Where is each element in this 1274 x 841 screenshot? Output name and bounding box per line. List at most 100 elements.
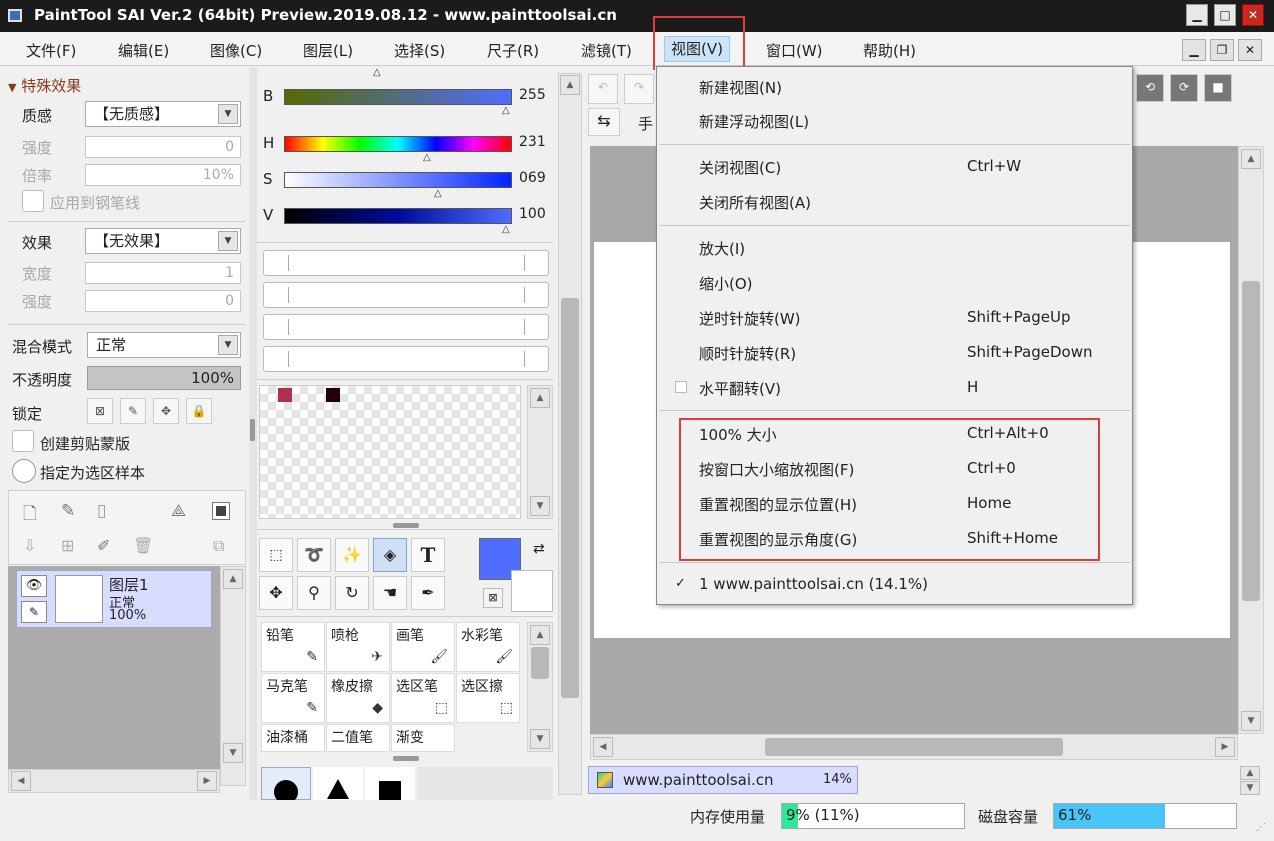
swatch-scrollbar[interactable]: ▲ ▼ (527, 385, 553, 519)
apply-mask-icon[interactable]: ⧉ (213, 536, 224, 556)
swap-colors-icon[interactable]: ⇄ (533, 541, 545, 557)
pencil-icon[interactable]: ✎ (21, 601, 47, 623)
brush-bucket[interactable]: 油漆桶 (261, 724, 325, 752)
scroll-up-icon[interactable]: ▲ (1241, 149, 1261, 169)
merge-down-icon[interactable]: ⊞ (61, 536, 74, 555)
brush-scrollbar[interactable]: ▲ ▼ (527, 622, 553, 752)
panel-grip[interactable] (393, 523, 419, 528)
brush-eraser[interactable]: 橡皮擦 ◆ (326, 673, 390, 723)
move-tool-icon[interactable]: ✥ (259, 576, 293, 610)
scroll-up-icon[interactable]: ▲ (560, 75, 580, 95)
menu-file[interactable]: 文件(F) (26, 40, 76, 61)
rect-select-tool-icon[interactable]: ⬚ (259, 538, 293, 572)
brush-select-pen[interactable]: 选区笔 ⬚ (391, 673, 455, 723)
blend-mode-select[interactable]: 正常 ▼ (87, 332, 241, 358)
layer-list-hscrollbar[interactable]: ◀ ▶ (8, 769, 220, 793)
magic-wand-tool-icon[interactable]: ✨ (335, 538, 369, 572)
scroll-right-icon[interactable]: ▶ (197, 771, 217, 791)
brush-shape-square[interactable] (365, 767, 415, 803)
secondary-color[interactable] (511, 570, 553, 612)
lock-transparency-icon[interactable]: ⊠ (87, 398, 113, 424)
scroll-down-icon[interactable]: ▼ (530, 729, 550, 749)
brush-gradient[interactable]: 渐变 (391, 724, 455, 752)
new-folder-icon[interactable]: ▯ (97, 501, 106, 521)
shape-tool-icon[interactable]: ◈ (373, 538, 407, 572)
lasso-tool-icon[interactable]: ➰ (297, 538, 331, 572)
transfer-down-icon[interactable]: ⇩ (23, 536, 36, 555)
rotate-tool-icon[interactable]: ↻ (335, 576, 369, 610)
menu-view-window-1[interactable]: 1 www.painttoolsai.cn (14.1%) (699, 575, 928, 593)
scroll-right-icon[interactable]: ▶ (1215, 737, 1235, 757)
swatch-grid[interactable] (259, 385, 521, 519)
splitter-grip[interactable] (250, 419, 255, 441)
delete-layer-icon[interactable]: 🗑 (133, 536, 153, 555)
apply-pen-checkbox[interactable] (22, 190, 44, 212)
rate-field[interactable]: 10% (85, 164, 241, 186)
left-splitter[interactable] (249, 67, 257, 800)
color-mixer-slot[interactable] (263, 346, 549, 372)
menu-filter[interactable]: 滤镜(T) (581, 40, 632, 61)
zoom-tool-icon[interactable]: ⚲ (297, 576, 331, 610)
eye-icon[interactable]: 👁 (21, 575, 47, 597)
menu-rotate-cw[interactable]: 顺时针旋转(R) (699, 343, 796, 364)
resize-grip-icon[interactable]: ⋰ (1256, 822, 1266, 833)
panel-grip[interactable] (393, 756, 419, 761)
menu-new-view[interactable]: 新建视图(N) (699, 77, 782, 98)
color-mixer-slot[interactable] (263, 282, 549, 308)
scroll-thumb[interactable] (765, 738, 1063, 756)
brush-marker[interactable]: 马克笔 ✎ (261, 673, 325, 723)
swatch-dark[interactable] (326, 388, 340, 402)
scroll-up-icon[interactable]: ▲ (530, 388, 550, 408)
brush-binary-pen[interactable]: 二值笔 (326, 724, 390, 752)
layer-mask-icon[interactable] (212, 502, 230, 520)
eyedropper-tool-icon[interactable]: ✒ (411, 576, 445, 610)
strength2-field[interactable]: 0 (85, 290, 241, 312)
value-slider[interactable] (284, 208, 512, 224)
text-tool-icon[interactable]: T (411, 538, 445, 572)
document-tab[interactable]: www.painttoolsai.cn 14% (588, 766, 858, 794)
new-vector-layer-icon[interactable]: ✎ (61, 501, 75, 521)
menu-zoom-out[interactable]: 缩小(O) (699, 273, 753, 294)
menu-ruler[interactable]: 尺子(R) (487, 40, 539, 61)
menu-help[interactable]: 帮助(H) (863, 40, 916, 61)
scroll-left-icon[interactable]: ◀ (593, 737, 613, 757)
new-layer-icon[interactable]: 🗋 (23, 501, 37, 530)
swatch-crimson[interactable] (278, 388, 292, 402)
scroll-up-icon[interactable]: ▲ (223, 569, 243, 589)
scroll-thumb[interactable] (1242, 281, 1260, 601)
effect-select[interactable]: 【无效果】 ▼ (85, 228, 241, 254)
rotate-ccw-icon[interactable]: ⟲ (1136, 74, 1164, 102)
menu-flip-horizontal[interactable]: 水平翻转(V) (699, 378, 781, 399)
color-mixer-slot[interactable] (263, 314, 549, 340)
menu-image[interactable]: 图像(C) (210, 40, 262, 61)
scroll-down-icon[interactable]: ▼ (1240, 781, 1260, 795)
scroll-thumb[interactable] (531, 647, 549, 679)
flip-checkbox[interactable] (675, 381, 687, 393)
scroll-left-icon[interactable]: ◀ (11, 771, 31, 791)
color-mixer-slot[interactable] (263, 250, 549, 276)
scroll-up-icon[interactable]: ▲ (530, 625, 550, 645)
transparent-color-icon[interactable]: ⊠ (483, 588, 503, 608)
saturation-slider[interactable] (284, 172, 512, 188)
undo-icon[interactable]: ↶ (588, 74, 618, 104)
layer-row[interactable]: 👁 ✎ 图层1 正常 100% (16, 570, 212, 628)
scroll-thumb[interactable] (561, 298, 579, 698)
mdi-close-button[interactable]: ✕ (1238, 39, 1262, 61)
strength-field[interactable]: 0 (85, 136, 241, 158)
flip-canvas-icon[interactable]: ⇆ (588, 108, 620, 136)
layer-list-scrollbar[interactable]: ▲ ▼ (220, 566, 246, 786)
clear-layer-icon[interactable]: ✐ (97, 536, 110, 555)
minimize-button[interactable]: ▁ (1186, 4, 1208, 26)
menu-window[interactable]: 窗口(W) (766, 40, 823, 61)
rotate-cw-icon[interactable]: ⟳ (1170, 74, 1198, 102)
texture-select[interactable]: 【无质感】 ▼ (85, 101, 241, 127)
menu-zoom-in[interactable]: 放大(I) (699, 238, 745, 259)
canvas-vscrollbar[interactable]: ▲ ▼ (1238, 146, 1264, 734)
brush-shape-triangle[interactable] (313, 767, 363, 800)
menu-rotate-ccw[interactable]: 逆时针旋转(W) (699, 308, 801, 329)
menu-edit[interactable]: 编辑(E) (118, 40, 169, 61)
brush-watercolor[interactable]: 水彩笔 🖌 (456, 622, 520, 672)
opacity-slider[interactable]: 100% (87, 366, 241, 390)
panel-scrollbar[interactable]: ▲ (558, 73, 582, 795)
scroll-up-icon[interactable]: ▲ (1240, 766, 1260, 780)
